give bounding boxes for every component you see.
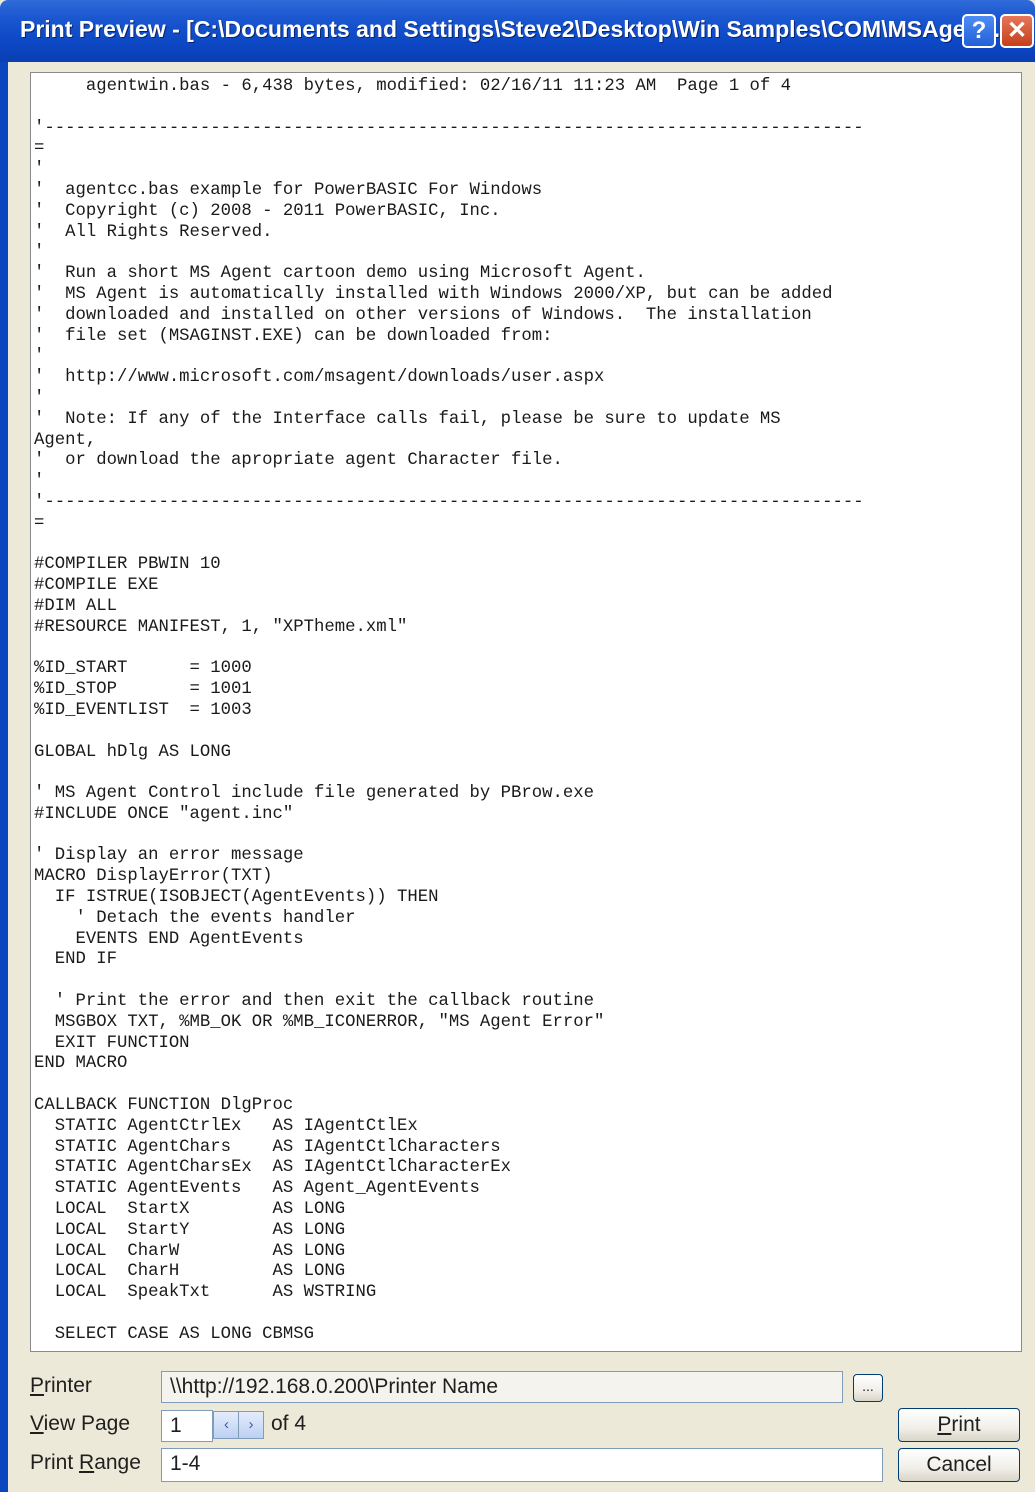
preview-page[interactable]: agentwin.bas - 6,438 bytes, modified: 02… [30,72,1022,1352]
page-spin-right-button[interactable]: › [238,1411,264,1439]
close-button[interactable]: ✕ [1000,14,1034,48]
printer-field[interactable]: \\http://192.168.0.200\Printer Name [161,1371,843,1403]
page-count-text: of 4 [271,1412,307,1435]
print-preview-window: Print Preview - [C:\Documents and Settin… [0,0,1035,1492]
browse-printer-button[interactable]: ... [853,1374,883,1402]
page-spin-left-button[interactable]: ‹ [213,1411,240,1439]
source-code-text: agentwin.bas - 6,438 bytes, modified: 02… [34,77,864,1344]
view-page-field[interactable]: 1 [161,1410,213,1442]
print-range-label: Print Range [30,1451,141,1474]
title-bar[interactable]: Print Preview - [C:\Documents and Settin… [0,0,1035,62]
print-range-field[interactable]: 1-4 [161,1448,883,1482]
print-button[interactable]: Print [898,1408,1020,1442]
view-page-label: View Page [30,1412,131,1435]
printer-label: Printer [30,1374,92,1397]
print-options-panel: Printer \\http://192.168.0.200\Printer N… [8,1352,1035,1492]
window-frame [0,62,8,1492]
window-title: Print Preview - [C:\Documents and Settin… [20,16,1013,42]
cancel-button[interactable]: Cancel [898,1448,1020,1482]
help-button[interactable]: ? [962,14,996,48]
